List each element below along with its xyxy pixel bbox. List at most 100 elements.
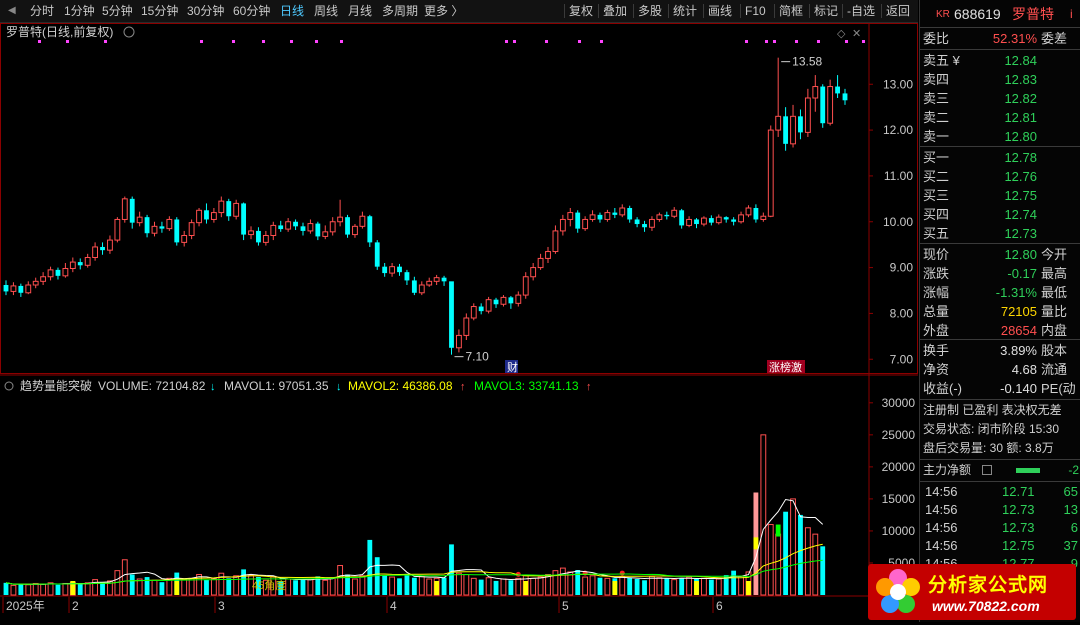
period-tab-6[interactable]: 日线 bbox=[280, 0, 304, 22]
period-tab-1[interactable]: 1分钟 bbox=[64, 0, 95, 22]
row-label: 总量 bbox=[923, 304, 950, 319]
tick-v: 37 bbox=[1063, 538, 1078, 553]
candle-body bbox=[530, 267, 537, 278]
period-tab-3[interactable]: 15分钟 bbox=[141, 0, 178, 22]
price-tick: 9.00 bbox=[890, 261, 914, 275]
period-tab-0[interactable]: 分时 bbox=[30, 0, 54, 22]
volume-bar bbox=[382, 575, 388, 595]
indicator-settings-icon[interactable] bbox=[4, 381, 14, 391]
kline-chart[interactable]: 罗普特(日线,前复权) ◇ ✕ 13.00 12.00 11.00 10.00 9.00 8.0… bbox=[0, 23, 918, 622]
candle-body bbox=[77, 262, 83, 266]
date-tick: 5 bbox=[562, 599, 569, 613]
row-value: 12.84 bbox=[1004, 53, 1037, 68]
volume-signal-box bbox=[434, 581, 440, 595]
period-tab-7[interactable]: 周线 bbox=[314, 0, 338, 22]
trend-arrow-icon: ↑ bbox=[460, 381, 466, 393]
tool-button-1[interactable]: 叠加 bbox=[603, 0, 627, 22]
candle-body bbox=[204, 210, 209, 220]
tool-button-4[interactable]: 画线 bbox=[708, 0, 732, 22]
volume-signal-box bbox=[694, 581, 699, 595]
volume-signal-box bbox=[753, 537, 759, 550]
candle-body bbox=[842, 93, 848, 101]
candle-body bbox=[3, 285, 9, 292]
info-icon[interactable]: i bbox=[1070, 5, 1073, 24]
candle-body bbox=[433, 277, 440, 282]
tool-button-0[interactable]: 复权 bbox=[569, 0, 593, 22]
quote-row: 买四 12.74 bbox=[920, 205, 1080, 224]
list-icon[interactable] bbox=[982, 465, 992, 475]
tool-button-5[interactable]: F10 bbox=[745, 0, 766, 22]
period-tab-8[interactable]: 月线 bbox=[348, 0, 372, 22]
candle-body bbox=[241, 203, 247, 235]
volume-bar bbox=[210, 578, 217, 596]
candle-body bbox=[575, 212, 581, 229]
row-extra: 股本 bbox=[1041, 343, 1068, 358]
quote-row: 买二 12.76 bbox=[920, 167, 1080, 186]
watermark-logo: 分析家公式网 www.70822.com bbox=[868, 564, 1076, 620]
candle-body bbox=[567, 212, 574, 220]
tick-t: 14:56 bbox=[925, 484, 958, 499]
candle-body bbox=[775, 115, 782, 131]
row-value: 12.81 bbox=[1004, 110, 1037, 125]
exchange-tag: KR bbox=[936, 9, 950, 20]
volume-bar bbox=[293, 580, 298, 595]
signal-dot bbox=[600, 40, 603, 43]
collapse-arrow-icon[interactable]: ◀ bbox=[8, 0, 16, 22]
candle-body bbox=[500, 296, 507, 305]
row-value: 12.76 bbox=[1004, 169, 1037, 184]
price-tick: 7.00 bbox=[890, 352, 914, 366]
date-tick: 2025年 bbox=[6, 599, 45, 613]
watermark-url: www.70822.com bbox=[932, 598, 1040, 614]
chart-area[interactable]: 罗普特(日线,前复权) ◇ ✕ 13.00 12.00 11.00 10.00 9.00 8.0… bbox=[0, 23, 918, 622]
price-frame bbox=[0, 23, 918, 374]
signal-dot bbox=[745, 40, 748, 43]
candle-body bbox=[55, 269, 61, 276]
candle-body bbox=[300, 226, 306, 231]
candle-body bbox=[545, 251, 551, 259]
trade-status: 交易状态: 闭市阶段 15:30 bbox=[923, 422, 1060, 436]
period-tab-4[interactable]: 30分钟 bbox=[187, 0, 224, 22]
candle-body bbox=[25, 284, 32, 294]
row-extra: 流通 bbox=[1041, 362, 1068, 377]
quote-row: 收益(-) -0.140 PE(动 bbox=[920, 379, 1080, 398]
volume-bar bbox=[597, 577, 603, 595]
candle-body bbox=[307, 223, 314, 232]
period-tab-2[interactable]: 5分钟 bbox=[102, 0, 133, 22]
settings-circle-icon[interactable] bbox=[123, 26, 135, 38]
tool-button-9[interactable]: 返回 bbox=[886, 0, 910, 22]
quote-row: 涨幅 -1.31% 最低 bbox=[920, 283, 1080, 302]
quote-row: 现价 12.80 今开 bbox=[920, 245, 1080, 264]
volume-bar bbox=[352, 578, 358, 596]
row-value: 12.74 bbox=[1004, 207, 1037, 222]
candle-body bbox=[84, 257, 91, 266]
volume-bar bbox=[582, 576, 589, 596]
candle-body bbox=[642, 224, 647, 228]
candle-body bbox=[493, 299, 499, 305]
tool-button-8[interactable]: -自选 bbox=[847, 0, 875, 22]
row-value: -0.140 bbox=[1000, 381, 1037, 396]
candle-body bbox=[367, 216, 373, 243]
candle-body bbox=[715, 216, 722, 224]
weibi-row: 委比 52.31% 委差 bbox=[920, 29, 1080, 48]
main-flow-value: -2 bbox=[1068, 463, 1079, 477]
after-hours: 盘后交易量: 30 额: 3.8万 bbox=[923, 441, 1054, 455]
candle-body bbox=[449, 281, 454, 348]
period-tab-5[interactable]: 60分钟 bbox=[233, 0, 270, 22]
volume-bar bbox=[738, 575, 744, 596]
candle-body bbox=[92, 246, 99, 258]
tool-button-2[interactable]: 多股 bbox=[638, 0, 662, 22]
candle-body bbox=[589, 214, 596, 220]
candle-body bbox=[612, 212, 618, 215]
period-tab-10[interactable]: 更多 〉 bbox=[424, 0, 463, 22]
tool-button-6[interactable]: 简框 bbox=[779, 0, 803, 22]
period-tab-9[interactable]: 多周期 bbox=[382, 0, 418, 22]
tool-button-7[interactable]: 标记 bbox=[814, 0, 838, 22]
candle-body bbox=[627, 208, 633, 220]
volume-bar bbox=[62, 582, 69, 596]
tick-t: 14:56 bbox=[925, 520, 958, 535]
price-tick: 11.00 bbox=[884, 169, 913, 183]
candle-body bbox=[210, 212, 217, 220]
weibi-value: 52.31% bbox=[992, 31, 1037, 46]
tool-button-3[interactable]: 统计 bbox=[673, 0, 697, 22]
tick-v: 6 bbox=[1070, 520, 1078, 535]
